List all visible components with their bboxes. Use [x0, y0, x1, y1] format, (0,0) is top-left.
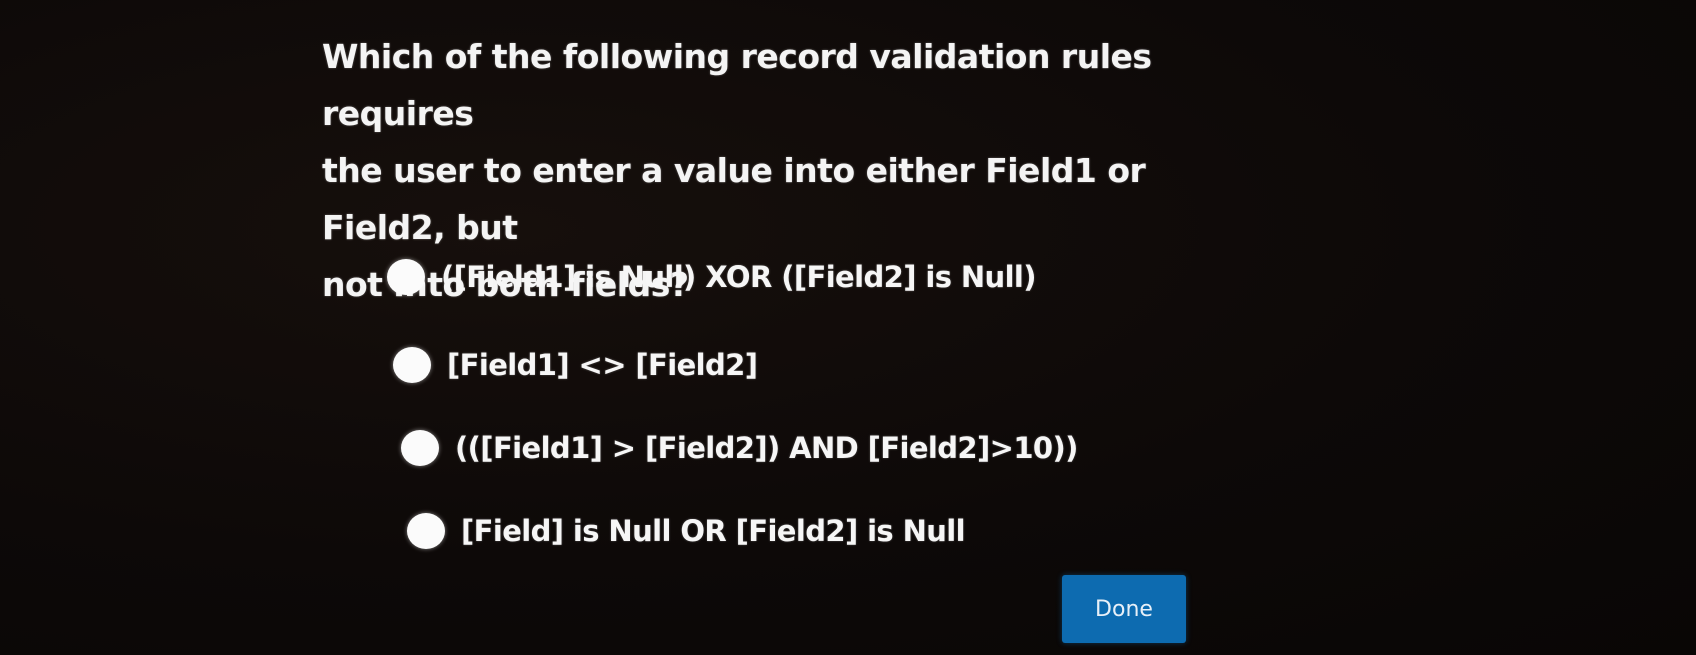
done-button[interactable]: Done: [1062, 575, 1186, 643]
radio-button-3[interactable]: [401, 430, 439, 466]
answer-option-4[interactable]: [Field] is Null OR [Field2] is Null: [407, 513, 966, 549]
answer-option-1[interactable]: ([Field1] is Null) XOR ([Field2] is Null…: [387, 259, 1037, 295]
radio-button-4[interactable]: [407, 513, 445, 549]
answer-option-2[interactable]: [Field1] <> [Field2]: [393, 347, 758, 383]
answer-option-label: (([Field1] > [Field2]) AND [Field2]>10)): [455, 431, 1078, 465]
answer-option-label: [Field] is Null OR [Field2] is Null: [461, 514, 966, 548]
radio-button-2[interactable]: [393, 347, 431, 383]
radio-button-1[interactable]: [387, 259, 425, 295]
answer-option-label: [Field1] <> [Field2]: [447, 348, 758, 382]
answer-option-3[interactable]: (([Field1] > [Field2]) AND [Field2]>10)): [401, 430, 1078, 466]
question-line: the user to enter a value into either Fi…: [322, 151, 1146, 247]
quiz-screen: Which of the following record validation…: [0, 0, 1696, 655]
answer-option-label: ([Field1] is Null) XOR ([Field2] is Null…: [441, 260, 1037, 294]
question-line: Which of the following record validation…: [322, 37, 1152, 133]
